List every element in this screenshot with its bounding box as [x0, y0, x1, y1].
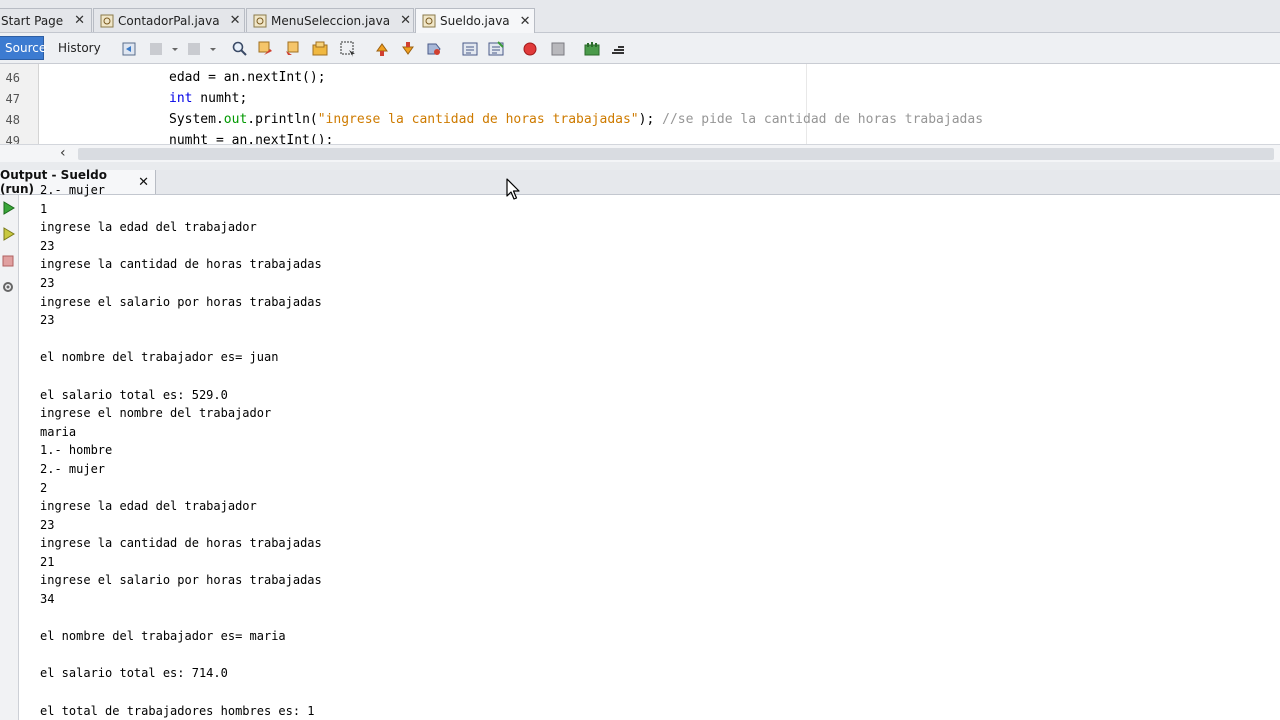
console-line: ingrese el salario por horas trabajadas [40, 294, 322, 309]
select-icon[interactable] [340, 41, 356, 57]
shift-left-icon[interactable] [374, 41, 390, 57]
console-line: el total de trabajadores hombres es: 1 [40, 703, 315, 718]
history-button[interactable]: History [52, 36, 107, 60]
line-number-gutter: 46 47 48 49 [0, 64, 39, 144]
search-icon[interactable] [232, 41, 248, 57]
comment-icon[interactable] [462, 41, 478, 57]
chevron-down-icon[interactable] [208, 41, 218, 57]
console-line: 21 [40, 554, 55, 569]
code-line-49: numht = an.nextInt(); [169, 133, 333, 144]
console-line: ingrese la cantidad de horas trabajadas [40, 257, 322, 272]
tab-sueldo[interactable]: Sueldo.java ✕ [415, 8, 535, 33]
console-line: 34 [40, 592, 55, 607]
last-edit-icon[interactable] [122, 41, 138, 57]
console-line: ingrese la cantidad de horas trabajadas [40, 536, 322, 551]
java-file-icon [253, 14, 267, 28]
console-line: el salario total es: 529.0 [40, 387, 228, 402]
java-file-icon [422, 14, 436, 28]
console-line: 23 [40, 313, 55, 328]
close-icon[interactable]: ✕ [64, 13, 85, 28]
output-side-toolbar [0, 195, 19, 720]
code-text: .println( [247, 112, 318, 127]
stop-icon[interactable] [1, 253, 15, 267]
right-margin-guide [806, 64, 807, 144]
mouse-cursor-icon [506, 178, 520, 200]
keyword: int [169, 91, 193, 106]
console-line: el nombre del trabajador es= juan [40, 350, 279, 365]
console-line: ingrese el nombre del trabajador [40, 406, 272, 421]
field-name: out [223, 112, 248, 127]
console-line: 23 [40, 238, 55, 253]
close-icon[interactable]: ✕ [390, 13, 411, 28]
code-line-48: System.out.println("ingrese la cantidad … [169, 112, 983, 127]
bookmark-icon[interactable] [426, 41, 442, 57]
tab-label: Sueldo.java [440, 14, 510, 28]
tab-label: ContadorPal.java [118, 13, 220, 28]
code-comment: //se pide la cantidad de horas trabajada… [662, 112, 984, 127]
code-line-47: int numht; [169, 91, 247, 106]
stop-macro-icon[interactable] [550, 41, 566, 57]
code-text: edad = an.nextInt(); [169, 70, 326, 85]
rerun-icon[interactable] [1, 200, 15, 215]
horizontal-scrollbar[interactable]: ‹ [0, 144, 1280, 163]
console-line: 23 [40, 275, 55, 290]
record-macro-icon[interactable] [522, 41, 538, 57]
console-line: 2.- mujer [40, 461, 106, 476]
run-tests-icon[interactable] [584, 41, 600, 57]
tab-label: Start Page [1, 13, 64, 28]
source-button[interactable]: Source [0, 36, 46, 60]
line-number: 47 [5, 92, 20, 106]
code-text: numht = an.nextInt(); [169, 133, 334, 144]
tab-contadorpal[interactable]: ContadorPal.java ✕ [93, 8, 245, 32]
uncomment-icon[interactable] [488, 41, 504, 57]
editor-tab-bar: Start Page ✕ ContadorPal.java ✕ MenuSele… [0, 0, 1280, 33]
scrollbar-thumb[interactable] [78, 148, 1274, 160]
console-line: 2 [40, 480, 48, 495]
string-literal: "ingrese la cantidad de horas trabajadas… [317, 112, 639, 127]
console-line: ingrese la edad del trabajador [40, 499, 257, 514]
console-line: 1.- hombre [40, 443, 113, 458]
rerun-different-icon[interactable] [1, 226, 15, 241]
console-line: ingrese la edad del trabajador [40, 220, 257, 235]
find-previous-icon[interactable] [258, 41, 274, 57]
java-file-icon [100, 14, 114, 28]
toggle-highlight-icon[interactable] [312, 41, 328, 57]
forward-icon[interactable] [186, 41, 202, 57]
tab-label: MenuSeleccion.java [271, 13, 391, 28]
line-number: 49 [5, 134, 20, 144]
shift-right-icon[interactable] [400, 41, 416, 57]
code-text: ); [638, 112, 663, 127]
code-text: numht; [192, 91, 248, 106]
console-line: el nombre del trabajador es= maria [40, 629, 286, 644]
console-line: ingrese el salario por horas trabajadas [40, 573, 322, 588]
console-line: maria [40, 424, 77, 439]
code-text: System. [169, 112, 224, 127]
console-line: 2.- mujer [40, 183, 106, 197]
settings-icon[interactable] [1, 279, 15, 293]
console-line: 23 [40, 517, 55, 532]
tab-menuseleccion[interactable]: MenuSeleccion.java ✕ [246, 8, 414, 32]
output-console[interactable]: 2.- mujer 1 ingrese la edad del trabajador… [40, 183, 322, 720]
close-icon[interactable]: ✕ [220, 13, 241, 28]
chevron-down-icon[interactable] [170, 41, 180, 57]
console-line: 1 [40, 201, 48, 216]
editor-toolbar: Source History [0, 33, 1280, 64]
line-number: 48 [5, 113, 20, 127]
tab-start-page[interactable]: Start Page ✕ [0, 8, 92, 32]
back-icon[interactable] [148, 41, 164, 57]
code-editor[interactable]: 46 47 48 49 edad = an.nextInt(); int num… [0, 64, 1280, 144]
close-icon[interactable]: ✕ [510, 14, 531, 29]
code-line-46: edad = an.nextInt(); [169, 70, 326, 85]
panel-splitter[interactable] [0, 162, 1280, 170]
diff-icon[interactable] [610, 41, 626, 57]
console-line: el salario total es: 714.0 [40, 666, 228, 681]
line-number: 46 [5, 71, 20, 85]
chevron-left-icon[interactable]: ‹ [60, 145, 66, 161]
find-next-icon[interactable] [284, 41, 300, 57]
